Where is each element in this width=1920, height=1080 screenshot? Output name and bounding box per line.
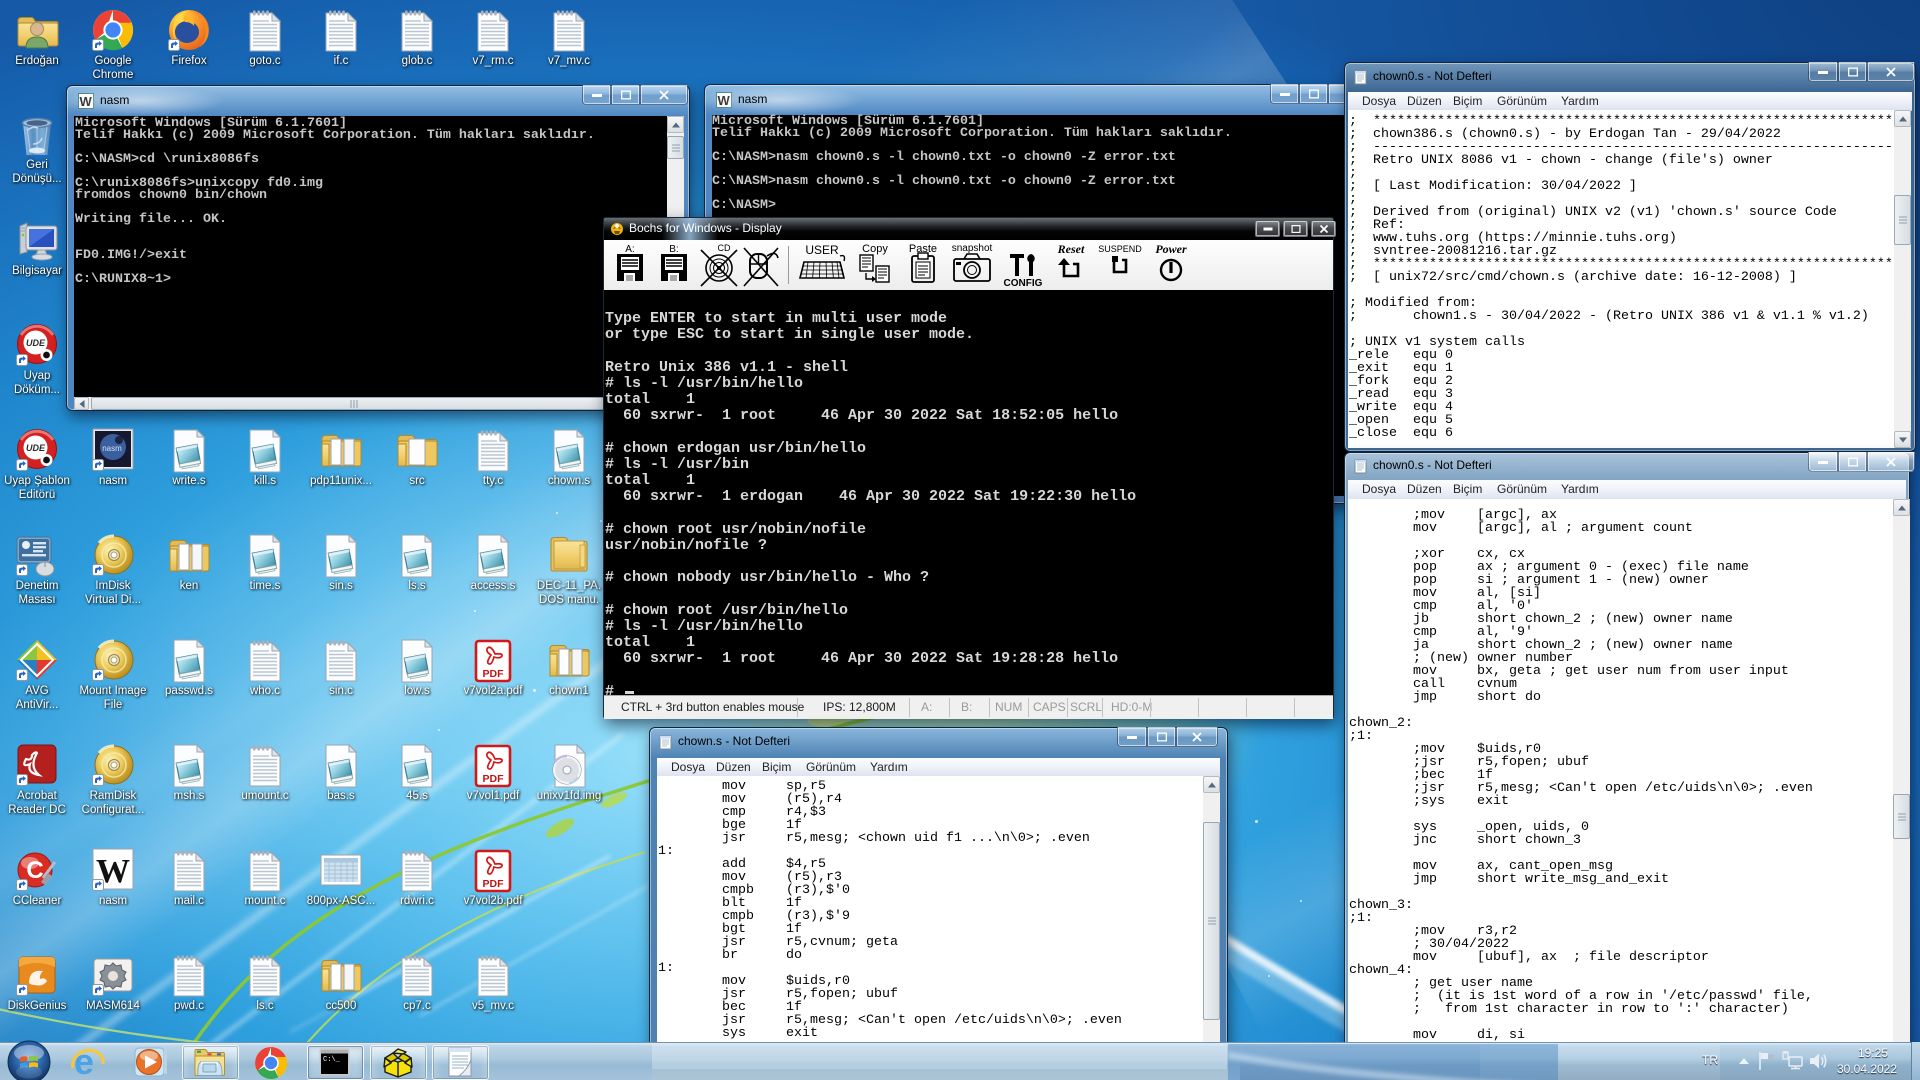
svg-text:SUSPEND: SUSPEND <box>1098 244 1142 254</box>
svg-text:Power: Power <box>1155 242 1187 256</box>
svg-text:CONFIG: CONFIG <box>1004 278 1043 288</box>
svg-text:nasm: nasm <box>102 444 122 453</box>
svg-text:Copy: Copy <box>862 243 888 255</box>
svg-text:UDE: UDE <box>26 443 46 453</box>
svg-text:snapshot: snapshot <box>952 243 993 254</box>
svg-text:A:: A: <box>625 244 634 255</box>
svg-text:CD: CD <box>718 243 731 253</box>
svg-text:C: C <box>26 857 43 884</box>
svg-text:C:\_: C:\_ <box>323 1056 341 1064</box>
svg-text:B:: B: <box>669 244 678 255</box>
svg-text:Reset: Reset <box>1057 242 1085 256</box>
svg-text:UDE: UDE <box>26 338 46 348</box>
svg-text:USER: USER <box>805 243 839 257</box>
